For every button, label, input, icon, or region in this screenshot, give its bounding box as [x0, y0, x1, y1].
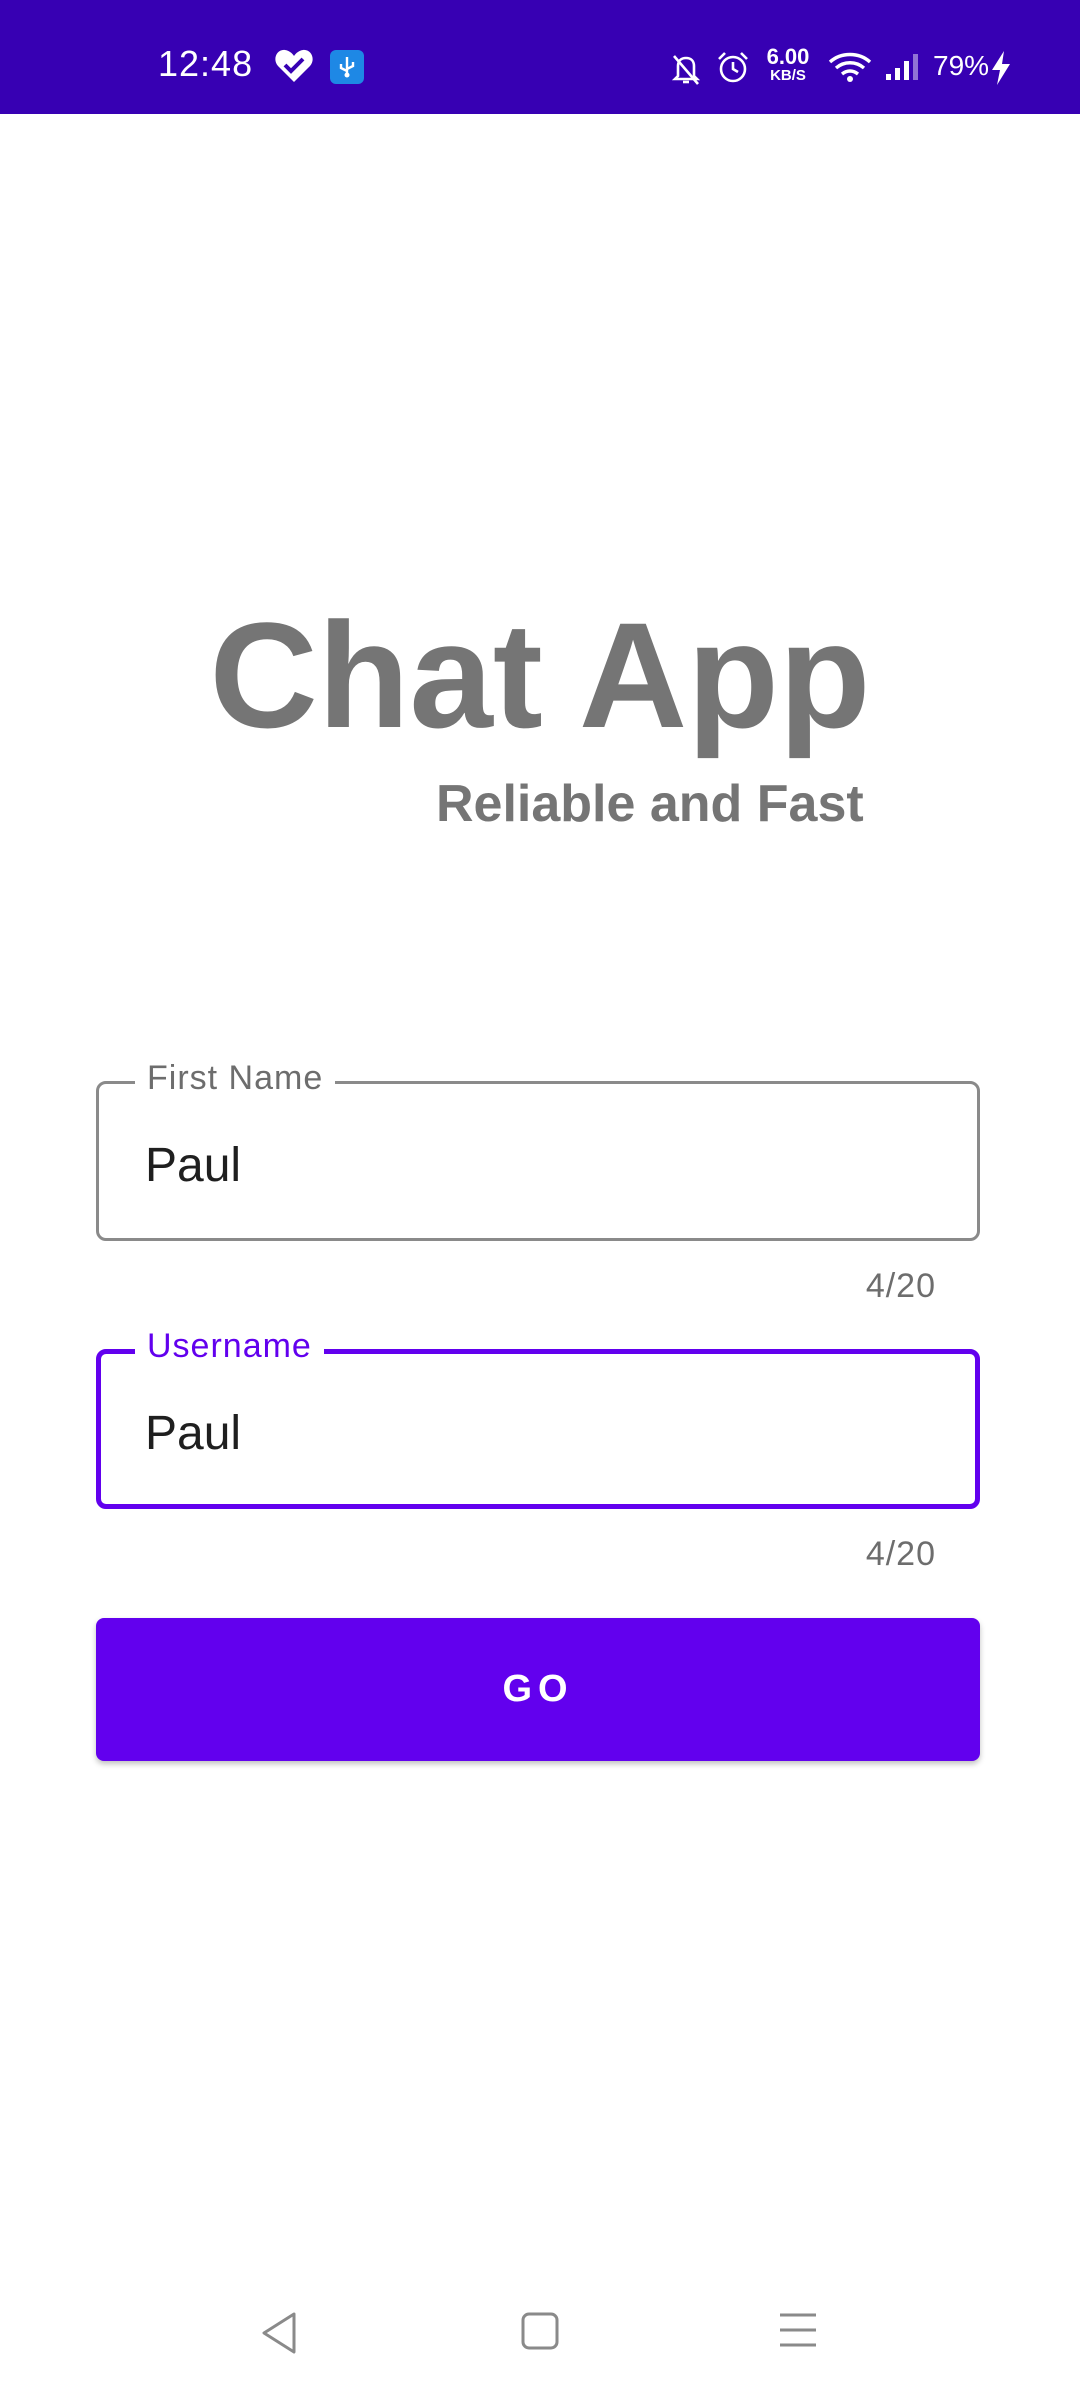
- app-subtitle: Reliable and Fast: [436, 775, 864, 833]
- username-label: Username: [135, 1326, 324, 1366]
- navigation-bar: [0, 2280, 1080, 2400]
- signal-icon: [886, 54, 918, 80]
- username-field[interactable]: Username: [96, 1326, 980, 1509]
- home-icon[interactable]: [520, 2311, 560, 2351]
- app-title: Chat App: [209, 591, 871, 759]
- first-name-counter: 4/20: [865, 1267, 936, 1305]
- menu-icon[interactable]: [778, 2312, 818, 2348]
- network-speed-value: 6.00: [766, 44, 810, 69]
- bell-off-icon: [671, 55, 701, 85]
- network-speed-unit: KB/S: [770, 67, 806, 84]
- status-time: 12:48: [158, 43, 254, 84]
- first-name-input[interactable]: [145, 1138, 925, 1194]
- network-speed: 6.00 KB/S: [760, 46, 816, 84]
- usb-icon: [330, 50, 364, 84]
- first-name-field[interactable]: First Name: [96, 1058, 980, 1241]
- alarm-icon: [718, 52, 748, 83]
- go-button[interactable]: GO: [96, 1618, 980, 1761]
- charging-icon: [992, 51, 1010, 85]
- wifi-icon: [828, 52, 872, 82]
- username-counter: 4/20: [865, 1535, 936, 1573]
- status-bar: 12:48 6.00 KB/S 79%: [0, 0, 1080, 114]
- first-name-label: First Name: [135, 1058, 336, 1098]
- back-icon[interactable]: [258, 2310, 300, 2356]
- battery-level: 79%: [933, 50, 990, 81]
- username-input[interactable]: [145, 1406, 925, 1462]
- heart-icon: [275, 49, 313, 82]
